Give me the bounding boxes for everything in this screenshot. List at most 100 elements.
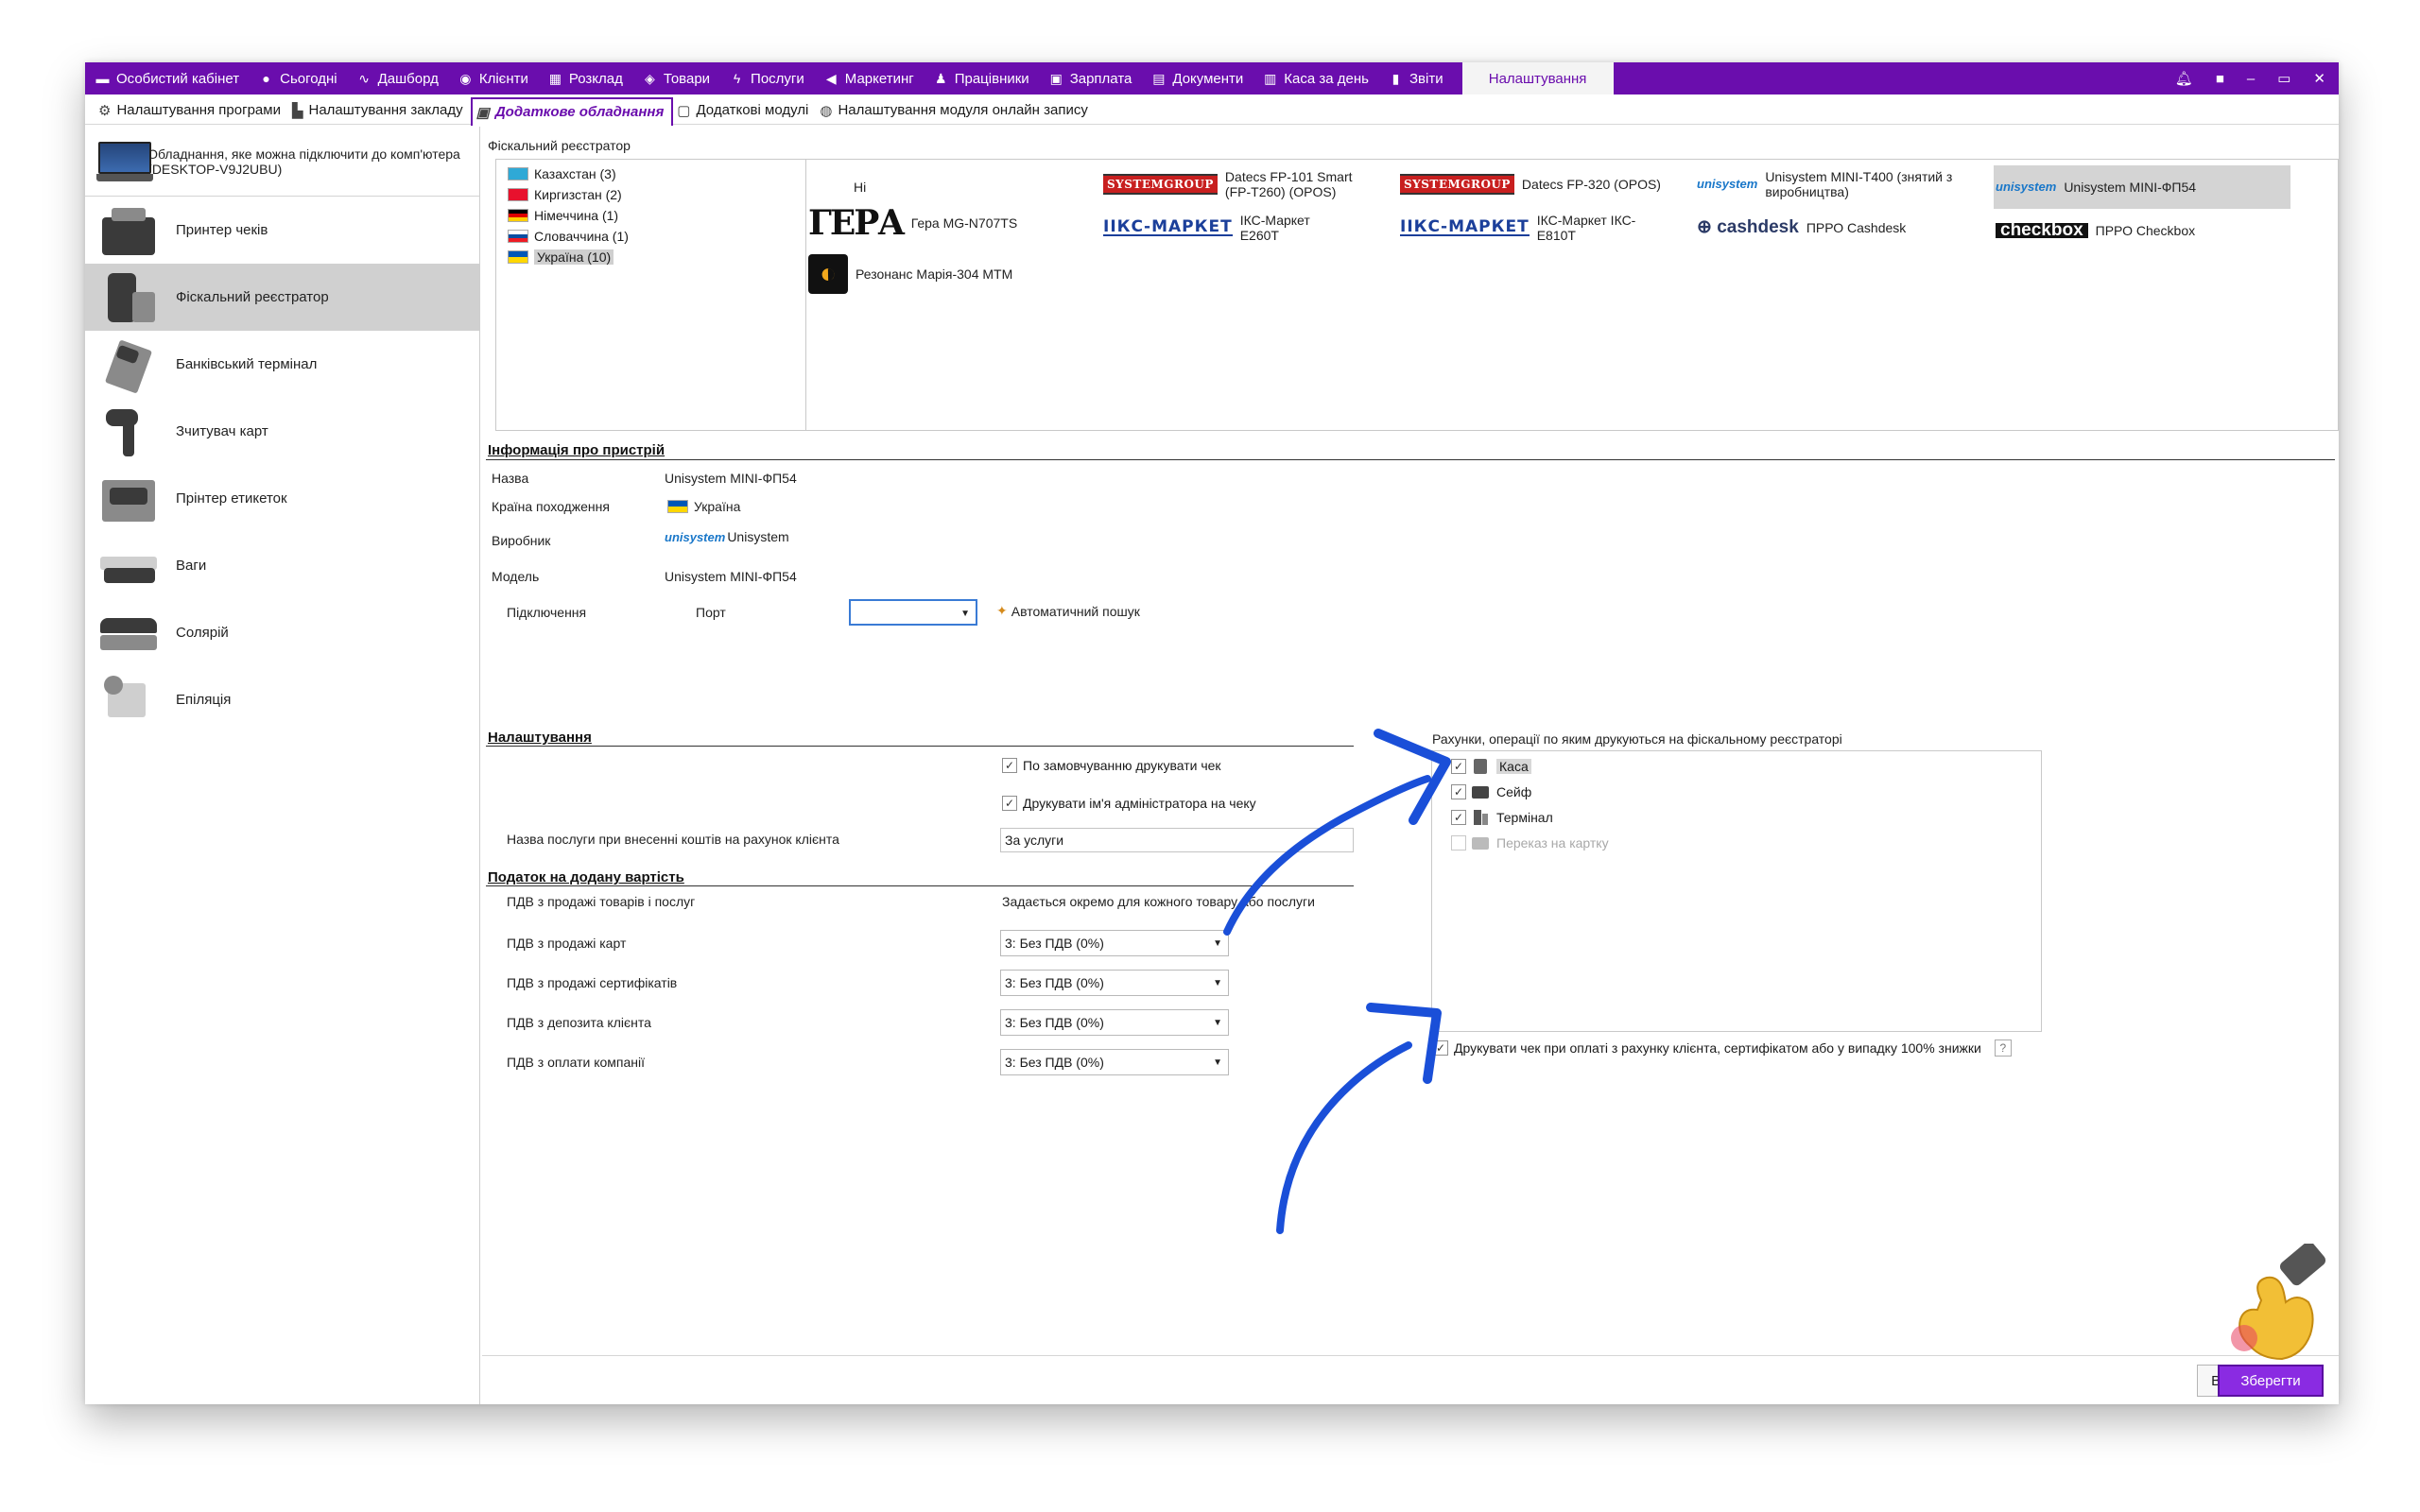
iks-market-logo-2: IIКС-МАРКЕТ	[1400, 217, 1530, 236]
model-datecs-fp101[interactable]: SYSTEMGROUP Datecs FP-101 Smart (FP-T260)…	[1103, 165, 1377, 203]
germany-flag-icon	[508, 209, 528, 222]
nav-personal-cabinet[interactable]: ▬ Особистий кабінет	[85, 62, 249, 94]
model-iks-e810t[interactable]: IIКС-МАРКЕТ ІКС-Маркет ІКС-E810T	[1400, 209, 1684, 247]
window-controls: 🔔︎ ■ – ▭ ✕	[2175, 62, 2325, 94]
sidebar-item-epilation[interactable]: Епіляція	[85, 666, 479, 733]
close-icon[interactable]: ✕	[2313, 70, 2325, 87]
cashdesk-logo: ⊕ cashdesk	[1697, 217, 1799, 237]
nav-reports[interactable]: ▮ Звіти	[1378, 62, 1453, 94]
sidebar-item-label-printer[interactable]: Прінтер етикеток	[85, 465, 479, 532]
operation-terminal[interactable]: ✓ Термінал	[1432, 804, 2041, 830]
calculator-icon: ▥	[1264, 70, 1277, 86]
person-icon: ♟	[934, 70, 947, 86]
tab-online-booking[interactable]: ◍ Налаштування модуля онлайн запису	[816, 97, 1096, 124]
restore-icon[interactable]: ▭	[2277, 70, 2290, 87]
model-cashdesk[interactable]: ⊕ cashdesk ПРРО Cashdesk	[1697, 209, 1980, 247]
printer-icon: ▣	[475, 104, 490, 121]
manufacturer-label: Виробник	[492, 533, 551, 548]
manufacturer-value: unisystem Unisystem	[665, 529, 789, 544]
fiscal-section-label: Фіскальний реєстратор	[488, 138, 631, 153]
minimize-icon[interactable]: –	[2247, 71, 2255, 87]
nav-goods[interactable]: ◈ Товари	[632, 62, 719, 94]
model-rezonans[interactable]: ◐ Резонанс Марія-304 МТМ	[808, 252, 1012, 296]
vat-deposit-label: ПДВ з депозита клієнта	[507, 1015, 651, 1030]
model-datecs-fp320[interactable]: SYSTEMGROUP Datecs FP-320 (OPOS)	[1400, 165, 1684, 203]
tab-program-settings[interactable]: ⚙ Налаштування програми	[95, 97, 288, 124]
model-unisystem-fp54[interactable]: unisystem Unisystem MINI-ФП54	[1994, 165, 2290, 209]
service-name-input[interactable]: За услуги	[1000, 828, 1354, 852]
country-kyrgyzstan[interactable]: Киргизстан (2)	[496, 184, 806, 205]
nav-marketing[interactable]: ◀ Маркетинг	[814, 62, 924, 94]
lock-icon[interactable]: ■	[2216, 71, 2224, 87]
sidebar-item-scales[interactable]: Ваги	[85, 532, 479, 599]
settings-title: Налаштування	[488, 730, 592, 746]
print-default-checkbox[interactable]: ✓ По замовчуванню друкувати чек	[1002, 758, 1221, 773]
gear-icon: ⚙	[98, 102, 112, 119]
port-label: Порт	[696, 605, 726, 620]
checkbox-unchecked-icon	[1451, 834, 1466, 850]
operation-safe[interactable]: ✓ Сейф	[1432, 779, 2041, 804]
card-transfer-icon	[1472, 835, 1489, 850]
tab-venue-settings[interactable]: ▙ Налаштування закладу	[288, 97, 471, 124]
sidebar-item-bank-terminal[interactable]: Банківський термінал	[85, 331, 479, 398]
calendar-icon: ▦	[548, 70, 562, 86]
nav-today[interactable]: ● Сьогодні	[249, 62, 347, 94]
settings-tabs: ⚙ Налаштування програми ▙ Налаштування зак…	[85, 96, 2339, 126]
help-icon[interactable]: ?	[1994, 1040, 2012, 1057]
sidebar-item-fiscal-register[interactable]: Фіскальний реєстратор	[85, 264, 479, 331]
vat-company-select[interactable]: 3: Без ПДВ (0%) ▼	[1000, 1049, 1229, 1075]
nav-documents[interactable]: ▤ Документи	[1141, 62, 1253, 94]
checkbox-checked-icon: ✓	[1451, 783, 1466, 799]
today-icon: ●	[262, 71, 270, 86]
chevron-down-icon: ▼	[1213, 978, 1222, 988]
model-label: Модель	[492, 569, 540, 584]
tab-additional-equipment[interactable]: ▣ Додаткове обладнання	[470, 96, 674, 126]
nav-services[interactable]: ϟ Послуги	[719, 62, 814, 94]
nav-schedule[interactable]: ▦ Розклад	[538, 62, 632, 94]
vat-certificates-select[interactable]: 3: Без ПДВ (0%) ▼	[1000, 970, 1229, 996]
tab-additional-modules[interactable]: ▢ Додаткові модулі	[673, 97, 816, 124]
nav-employees[interactable]: ♟ Працівники	[924, 62, 1039, 94]
megaphone-icon: ◀	[825, 70, 837, 86]
bell-icon[interactable]: 🔔︎	[2175, 70, 2193, 87]
auto-search-button[interactable]: ✦ Автоматичний пошук	[996, 603, 1140, 619]
model-none[interactable]: Ні	[854, 175, 866, 199]
vat-cards-select[interactable]: 3: Без ПДВ (0%) ▼	[1000, 930, 1229, 956]
sidebar-item-solarium[interactable]: Солярій	[85, 599, 479, 666]
top-navigation: ▬ Особистий кабінет ● Сьогодні ∿ Дашборд ◉ К…	[85, 62, 2339, 94]
nav-settings[interactable]: Налаштування	[1461, 62, 1614, 94]
slovakia-flag-icon	[508, 230, 528, 243]
country-list: Казахстан (3) Киргизстан (2) Німеччина (…	[495, 159, 807, 431]
vat-deposit-select[interactable]: 3: Без ПДВ (0%) ▼	[1000, 1009, 1229, 1036]
port-select[interactable]: ▼	[849, 599, 977, 626]
print-admin-checkbox[interactable]: ✓ Друкувати ім'я адміністратора на чеку	[1002, 796, 1256, 811]
print-on-account-checkbox[interactable]: ✓ Друкувати чек при оплаті з рахунку кліє…	[1433, 1040, 2012, 1057]
model-iks-e260t[interactable]: IIКС-МАРКЕТ ІКС-Маркет E260T	[1103, 209, 1377, 247]
model-unisystem-t400[interactable]: unisystem Unisystem MINI-T400 (знятий з в…	[1697, 165, 1980, 203]
sidebar-item-receipt-printer[interactable]: Принтер чеків	[85, 197, 479, 264]
model-value: Unisystem MINI-ФП54	[665, 569, 797, 584]
ukraine-flag-icon	[667, 500, 688, 513]
nav-cash-day[interactable]: ▥ Каса за день	[1253, 62, 1378, 94]
app-window: ▬ Особистий кабінет ● Сьогодні ∿ Дашборд ◉ К…	[85, 62, 2339, 1404]
nav-clients[interactable]: ◉ Клієнти	[448, 62, 538, 94]
operation-cash[interactable]: ✓ Каса	[1432, 753, 2041, 779]
model-gera[interactable]: ГЕРА Гера MG-N707TS	[808, 201, 1017, 245]
fiscal-register-icon	[98, 271, 157, 324]
country-slovakia[interactable]: Словаччина (1)	[496, 226, 806, 247]
chevron-down-icon: ▼	[1213, 1018, 1222, 1028]
model-checkbox[interactable]: checkbox ПРРО Checkbox	[1994, 215, 2290, 247]
checkbox-logo: checkbox	[1996, 221, 2088, 239]
save-button[interactable]: Зберегти	[2218, 1365, 2324, 1397]
connection-label: Підключення	[507, 605, 587, 620]
solarium-icon	[98, 607, 157, 660]
nav-dashboard[interactable]: ∿ Дашборд	[347, 62, 448, 94]
name-label: Назва	[492, 471, 529, 486]
country-kazakhstan[interactable]: Казахстан (3)	[496, 163, 806, 184]
unisystem-logo: unisystem	[1697, 177, 1758, 191]
operations-title: Рахунки, операції по яким друкуються на …	[1432, 731, 1842, 747]
country-germany[interactable]: Німеччина (1)	[496, 205, 806, 226]
sidebar-item-card-reader[interactable]: Зчитувач карт	[85, 398, 479, 465]
country-ukraine[interactable]: Україна (10)	[496, 247, 806, 267]
nav-salary[interactable]: ▣ Зарплата	[1039, 62, 1142, 94]
